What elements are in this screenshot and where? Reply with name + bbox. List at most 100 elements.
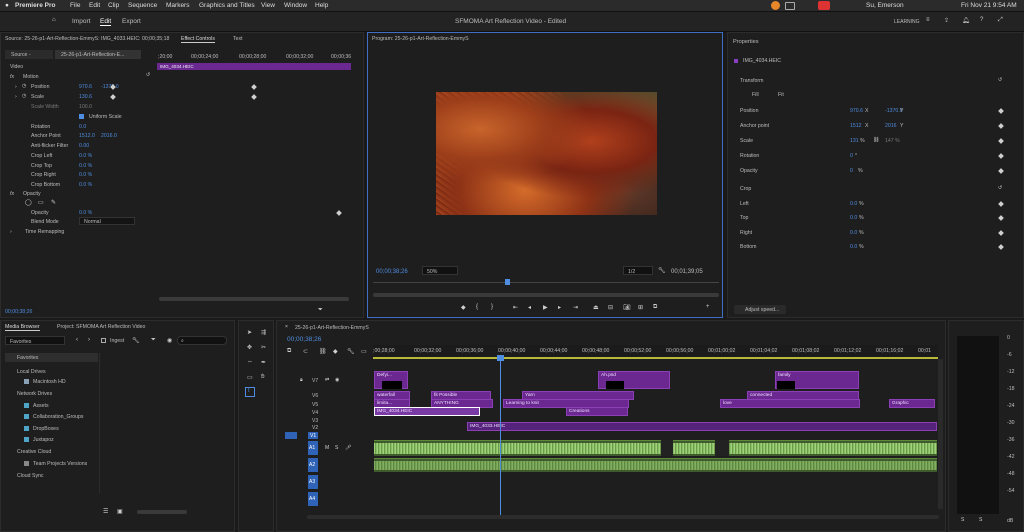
help-icon[interactable]: ? xyxy=(980,17,983,23)
keyframe[interactable] xyxy=(998,201,1004,207)
prop-value[interactable]: 1512 xyxy=(850,123,862,129)
eye-icon[interactable]: ◉ xyxy=(335,377,339,383)
add-marker-icon[interactable]: ◆ xyxy=(333,348,338,355)
menu-help[interactable]: Help xyxy=(315,2,328,9)
workspaces-icon[interactable]: ≡ xyxy=(926,17,930,23)
prop-value[interactable]: 130.6 xyxy=(79,94,92,100)
track-label-v2[interactable]: V2 xyxy=(312,425,318,431)
workspace-label[interactable]: LEARNING xyxy=(894,19,920,25)
keyframe[interactable] xyxy=(998,230,1004,236)
snap-icon[interactable]: ⊂ xyxy=(303,348,308,355)
fill-button[interactable]: Fill xyxy=(752,92,759,98)
v1-target[interactable]: V1 xyxy=(308,432,318,439)
program-timecode[interactable]: 00;00;38;26 xyxy=(376,269,408,275)
ec-timecode[interactable]: 00;00;38;26 xyxy=(5,309,32,315)
recording-icon[interactable] xyxy=(818,1,830,10)
resolution-dropdown[interactable]: 1/2 xyxy=(623,266,653,275)
reset-icon[interactable]: ↺ xyxy=(146,72,150,78)
prop-value[interactable]: 0.0 xyxy=(79,124,86,130)
tree-item-network-drives[interactable]: Network Drives xyxy=(17,391,52,397)
keyframe[interactable] xyxy=(998,108,1004,114)
prop-value[interactable]: 0.0 % xyxy=(79,163,92,169)
keyframe[interactable] xyxy=(110,94,116,100)
program-scrollbar[interactable] xyxy=(373,293,719,297)
prop-value[interactable]: 0.0 % xyxy=(79,172,92,178)
clock[interactable]: Fri Nov 21 9:54 AM xyxy=(961,2,1017,9)
step-back-icon[interactable]: ◂ xyxy=(528,304,531,311)
keyframe[interactable] xyxy=(998,123,1004,129)
tree-item-team-projects[interactable]: Team Projects Versions xyxy=(33,461,87,467)
mark-in-icon[interactable]: { xyxy=(476,304,478,310)
tree-item-collaboration[interactable]: Collaboration_Groups xyxy=(33,414,83,420)
ec-clip-bar[interactable]: IMG_4034.HEIC xyxy=(157,63,351,70)
track-label-v7[interactable]: V7 xyxy=(312,378,318,384)
nest-icon[interactable]: ⧉ xyxy=(287,348,291,355)
keyframe[interactable] xyxy=(998,153,1004,159)
a4-target[interactable]: A4 xyxy=(308,492,318,506)
icon-view-icon[interactable]: ▣ xyxy=(117,508,123,515)
step-forward-icon[interactable]: ▸ xyxy=(558,304,561,311)
crop-value[interactable]: 0.0 xyxy=(850,201,857,207)
play-icon[interactable]: ▶ xyxy=(543,304,548,311)
solo-button-icon[interactable]: S xyxy=(961,517,964,523)
slip-tool-icon[interactable]: ⇔ xyxy=(247,359,253,365)
view-icon[interactable]: ◉ xyxy=(167,337,172,344)
a2-target[interactable]: A2 xyxy=(308,458,318,472)
timeline-v-scrollbar[interactable] xyxy=(938,359,943,509)
prop-value[interactable]: 131 xyxy=(850,138,859,144)
prop-value[interactable]: 1512.0 xyxy=(79,133,95,139)
export-frame-icon[interactable]: 📷︎ xyxy=(623,304,631,311)
track-label-v6[interactable]: V6 xyxy=(312,393,318,399)
list-view-icon[interactable]: ☰ xyxy=(103,508,108,515)
settings-wrench-icon[interactable]: 🔧︎ xyxy=(132,337,140,344)
search-input[interactable]: ⌕ xyxy=(177,336,227,345)
captions-icon[interactable]: ▭ xyxy=(361,348,367,355)
work-area-bar[interactable] xyxy=(373,357,938,359)
menu-view[interactable]: View xyxy=(261,2,275,9)
prop-value[interactable]: 0 xyxy=(850,168,853,174)
hand-tool-icon[interactable]: ✋︎ xyxy=(261,374,264,381)
timeline-settings-icon[interactable]: 🔧︎ xyxy=(347,348,355,355)
close-icon[interactable]: × xyxy=(285,324,288,330)
track-select-icon[interactable]: ⇶ xyxy=(261,329,266,336)
menu-sequence[interactable]: Sequence xyxy=(128,2,157,9)
pen-mask-icon[interactable]: ✎ xyxy=(51,199,56,206)
clip-graphic[interactable]: Graphic xyxy=(889,399,935,408)
subtab-source[interactable]: Source - xyxy=(5,50,53,59)
clip-creations[interactable]: Creations xyxy=(566,407,628,416)
sequence-tab[interactable]: 25-26-p1-Art-Reflection-EmmyS xyxy=(295,325,369,331)
linked-selection-icon[interactable]: ⛓︎ xyxy=(319,348,327,355)
menu-clip[interactable]: Clip xyxy=(108,2,119,9)
track-label-v5[interactable]: V5 xyxy=(312,402,318,408)
audio-clip-a1[interactable] xyxy=(374,440,937,456)
solo-button-icon[interactable]: S xyxy=(979,517,982,523)
motion-label[interactable]: Motion xyxy=(23,74,39,80)
apple-icon[interactable]: ● xyxy=(5,2,9,9)
keyframe[interactable] xyxy=(998,215,1004,221)
rectangle-mask-icon[interactable]: ▭ xyxy=(38,199,44,206)
reset-icon[interactable]: ↺ xyxy=(998,77,1002,83)
mute-icon[interactable]: M xyxy=(325,445,329,451)
vr-icon[interactable]: ⧉ xyxy=(653,304,657,311)
menu-graphics[interactable]: Graphics and Titles xyxy=(199,2,255,9)
selection-tool-icon[interactable]: ➤ xyxy=(247,329,252,336)
playhead-ruler[interactable] xyxy=(373,282,719,283)
status-icon[interactable] xyxy=(771,1,780,10)
menu-file[interactable]: File xyxy=(70,2,80,9)
keyframe[interactable] xyxy=(251,84,257,90)
tree-item-macintosh-hd[interactable]: Macintosh HD xyxy=(33,379,66,385)
clip-img-4034[interactable]: IMG_4034.HEIC xyxy=(374,407,480,416)
prop-value[interactable]: 0.00 xyxy=(79,143,89,149)
quick-export-icon[interactable]: ⇪ xyxy=(944,17,949,24)
crop-value[interactable]: 0.0 xyxy=(850,215,857,221)
crop-value[interactable]: 0.0 xyxy=(850,230,857,236)
extract-icon[interactable]: ⊟ xyxy=(608,304,613,311)
user-name[interactable]: Su, Emerson xyxy=(866,2,904,9)
timeline-h-scrollbar[interactable] xyxy=(307,515,939,519)
fullscreen-icon[interactable]: ⤢ xyxy=(998,17,1003,24)
stopwatch-icon[interactable]: ◷ xyxy=(22,93,26,99)
notifications-icon[interactable]: 🔔︎ xyxy=(962,17,970,24)
filter-icon[interactable]: ⏷ xyxy=(318,307,323,314)
thumbnail-size-slider[interactable] xyxy=(137,510,187,514)
ec-zoom-scroll[interactable] xyxy=(159,297,349,301)
